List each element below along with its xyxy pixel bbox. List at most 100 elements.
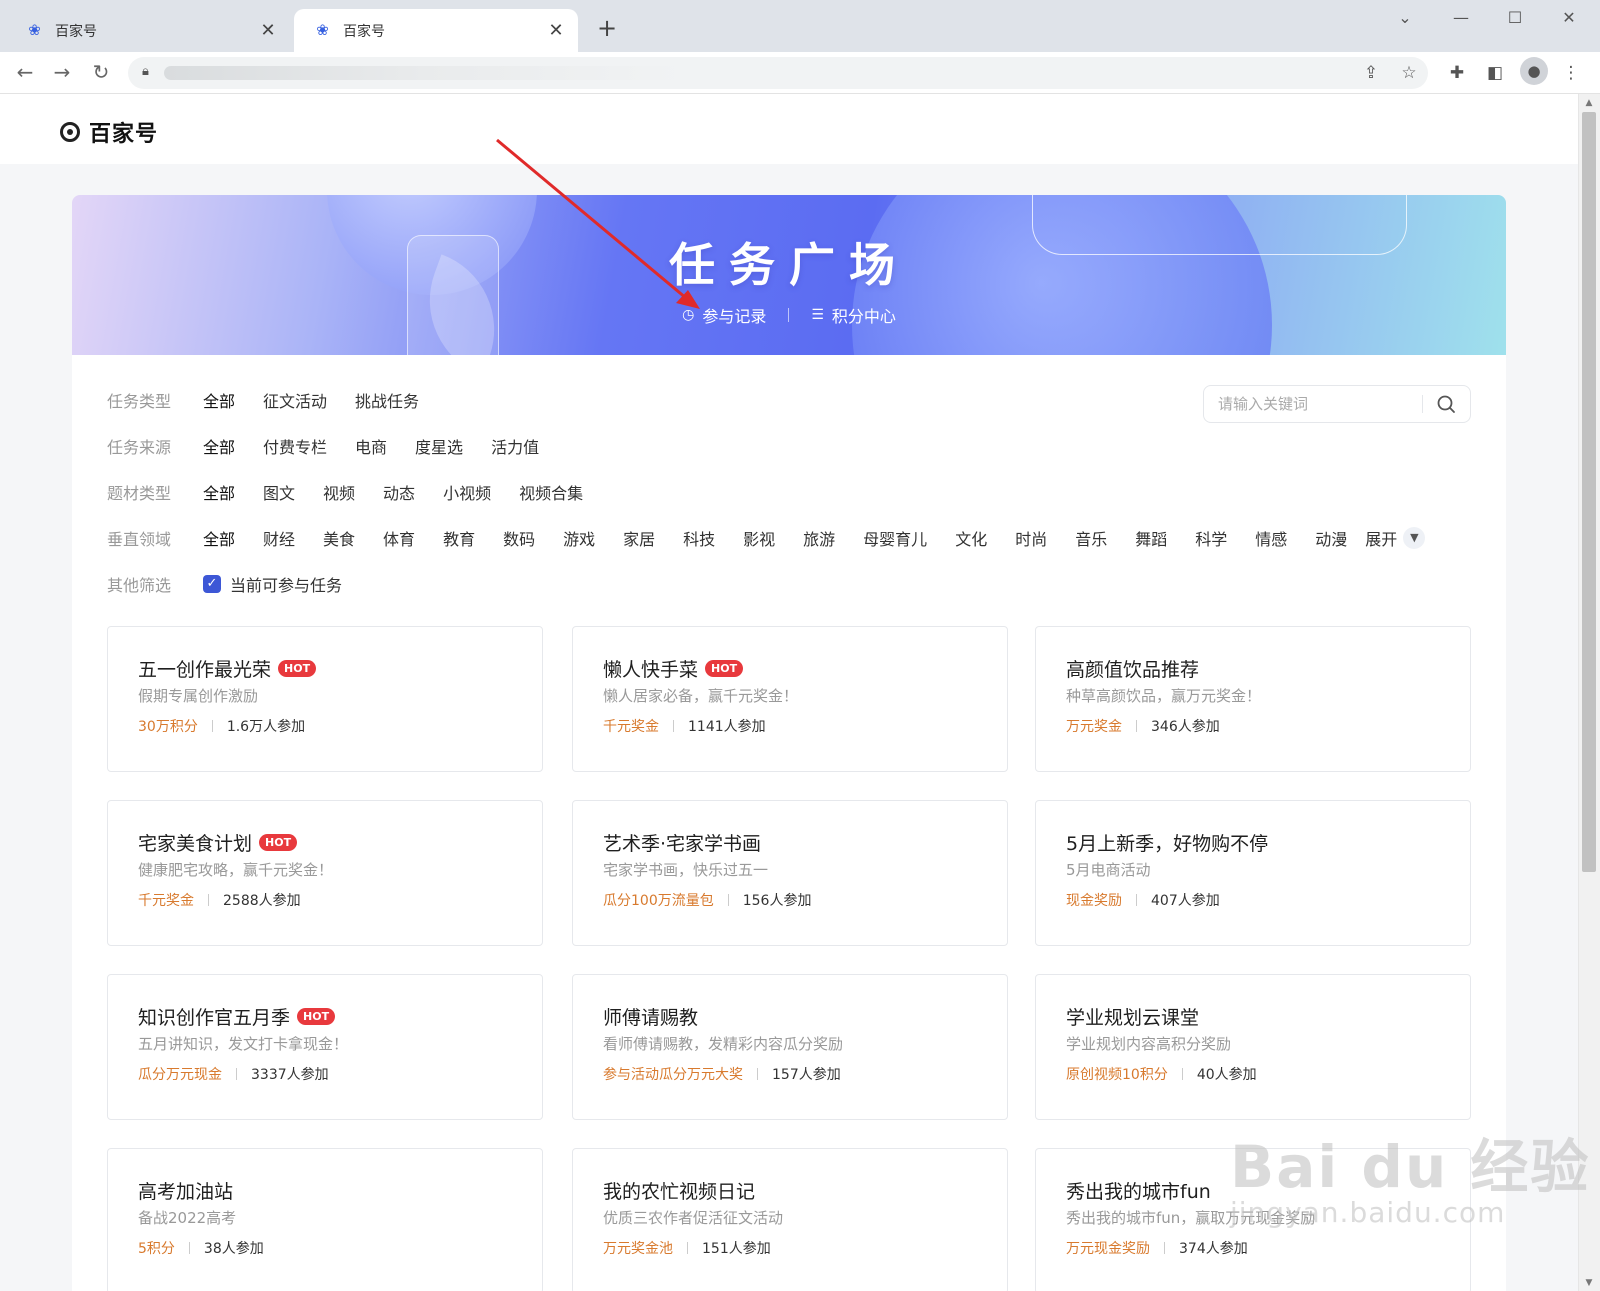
filter-option[interactable]: 数码 — [503, 526, 535, 550]
maximize-icon[interactable]: ☐ — [1500, 8, 1530, 27]
checkbox-label[interactable]: 当前可参与任务 — [230, 572, 342, 596]
card-participants: 3337人参加 — [251, 1067, 329, 1083]
card-title: 艺术季·宅家学书画 — [603, 832, 762, 855]
card-title: 宅家美食计划 — [138, 832, 253, 855]
meta-divider — [1181, 1068, 1183, 1080]
points-center-link[interactable]: ☰ 积分中心 — [811, 303, 896, 327]
card-title: 高颜值饮品推荐 — [1066, 658, 1200, 681]
filter-option[interactable]: 图文 — [263, 480, 295, 504]
scroll-up-icon[interactable]: ▲ — [1583, 98, 1595, 108]
filter-option[interactable]: 教育 — [443, 526, 475, 550]
filter-option[interactable]: 游戏 — [563, 526, 595, 550]
task-card[interactable]: 艺术季·宅家学书画 宅家学书画，快乐过五一 瓜分100万流量包 156人参加 — [572, 800, 1008, 946]
filter-option[interactable]: 全部 — [203, 526, 235, 550]
meta-divider — [188, 1242, 190, 1254]
keyword-search — [1203, 385, 1471, 423]
filter-option[interactable]: 影视 — [743, 526, 775, 550]
filter-option[interactable]: 旅游 — [803, 526, 835, 550]
search-icon[interactable] — [1436, 394, 1456, 414]
browser-tab-1[interactable]: ❀ 百家号 ✕ — [6, 9, 290, 52]
tab-close-icon[interactable]: ✕ — [546, 20, 566, 41]
filter-option[interactable]: 母婴育儿 — [863, 526, 927, 550]
logo-text: 百家号 — [89, 122, 159, 147]
participation-record-link[interactable]: ◷ 参与记录 — [682, 303, 766, 327]
filter-option[interactable]: 挑战任务 — [355, 388, 419, 412]
meta-divider — [211, 720, 213, 732]
card-reward: 参与活动瓜分万元大奖 — [603, 1067, 743, 1083]
filter-option[interactable]: 美食 — [323, 526, 355, 550]
hero-links: ◷ 参与记录 ☰ 积分中心 — [72, 303, 1506, 327]
hot-badge: HOT — [297, 1007, 336, 1025]
scrollbar-thumb[interactable] — [1582, 112, 1596, 872]
task-card[interactable]: 高颜值饮品推荐 种草高颜饮品，赢万元奖金！ 万元奖金 346人参加 — [1035, 626, 1471, 772]
filter-option[interactable]: 电商 — [355, 434, 387, 458]
card-description: 备战2022高考 — [138, 1209, 237, 1227]
scroll-down-icon[interactable]: ▼ — [1583, 1278, 1595, 1288]
new-tab-button[interactable]: + — [594, 14, 620, 42]
search-input[interactable] — [1218, 394, 1418, 414]
minimize-icon[interactable]: — — [1446, 8, 1476, 27]
card-reward: 万元奖金池 — [603, 1241, 673, 1257]
filter-option[interactable]: 征文活动 — [263, 388, 327, 412]
filter-option[interactable]: 全部 — [203, 480, 235, 504]
filter-option[interactable]: 付费专栏 — [263, 434, 327, 458]
filter-option[interactable]: 全部 — [203, 434, 235, 458]
filter-option[interactable]: 全部 — [203, 388, 235, 412]
task-card[interactable]: 我的农忙视频日记 优质三农作者促活征文活动 万元奖金池 151人参加 — [572, 1148, 1008, 1291]
filter-option[interactable]: 动漫 — [1315, 526, 1347, 550]
card-description: 优质三农作者促活征文活动 — [603, 1209, 784, 1227]
back-icon[interactable]: ← — [12, 59, 38, 85]
task-card[interactable]: 宅家美食计划 HOT 健康肥宅攻略，赢千元奖金！ 千元奖金 2588人参加 — [107, 800, 543, 946]
filter-option[interactable]: 舞蹈 — [1135, 526, 1167, 550]
filter-label: 题材类型 — [107, 484, 172, 503]
browser-tab-2[interactable]: ❀ 百家号 ✕ — [294, 9, 578, 52]
tab-search-icon[interactable]: ⌄ — [1390, 8, 1420, 27]
tab-close-icon[interactable]: ✕ — [258, 20, 278, 41]
task-card[interactable]: 5月上新季，好物购不停 5月电商活动 现金奖励 407人参加 — [1035, 800, 1471, 946]
window-close-icon[interactable]: ✕ — [1554, 8, 1584, 27]
filter-option[interactable]: 小视频 — [443, 480, 491, 504]
filter-option[interactable]: 体育 — [383, 526, 415, 550]
site-header: 百家号 — [0, 94, 1578, 164]
task-card[interactable]: 高考加油站 备战2022高考 5积分 38人参加 — [107, 1148, 543, 1291]
available-tasks-checkbox[interactable]: ✓ — [203, 575, 221, 593]
clock-icon: ◷ — [682, 307, 695, 323]
filter-option[interactable]: 文化 — [955, 526, 987, 550]
filter-option[interactable]: 财经 — [263, 526, 295, 550]
filter-option[interactable]: 科技 — [683, 526, 715, 550]
filter-option[interactable]: 情感 — [1255, 526, 1287, 550]
more-menu-icon[interactable]: ⋮ — [1558, 61, 1584, 87]
share-icon[interactable]: ⇪ — [1358, 61, 1384, 87]
filter-option[interactable]: 动态 — [383, 480, 415, 504]
card-participants: 1.6万人参加 — [226, 719, 306, 735]
expand-verticals-button[interactable]: 展开 ▼ — [1365, 526, 1426, 550]
filter-label: 任务类型 — [107, 392, 172, 411]
card-participants: 157人参加 — [772, 1067, 841, 1083]
address-bar[interactable]: 🔒︎ — [128, 57, 1428, 89]
task-card[interactable]: 知识创作官五月季 HOT 五月讲知识，发文打卡拿现金！ 瓜分万元现金 3337人参加 — [107, 974, 543, 1120]
task-card[interactable]: 学业规划云课堂 学业规划内容高积分奖励 原创视频10积分 40人参加 — [1035, 974, 1471, 1120]
task-card[interactable]: 五一创作最光荣 HOT 假期专属创作激励 30万积分 1.6万人参加 — [107, 626, 543, 772]
card-reward: 瓜分万元现金 — [138, 1067, 222, 1083]
filter-row-task-source: 任务来源 全部 付费专栏 电商 度星选 活力值 — [107, 433, 567, 459]
forward-icon[interactable]: → — [49, 59, 75, 85]
site-logo[interactable]: 百家号 — [60, 116, 158, 148]
filter-option[interactable]: 度星选 — [415, 434, 463, 458]
filter-option[interactable]: 家居 — [623, 526, 655, 550]
side-panel-icon[interactable]: ◧ — [1482, 61, 1508, 87]
filter-option[interactable]: 活力值 — [491, 434, 539, 458]
filter-option[interactable]: 时尚 — [1015, 526, 1047, 550]
chevron-down-icon: ▼ — [1403, 527, 1426, 549]
filter-option[interactable]: 视频 — [323, 480, 355, 504]
task-card[interactable]: 师傅请赐教 看师傅请赐教，发精彩内容瓜分奖励 参与活动瓜分万元大奖 157人参加 — [572, 974, 1008, 1120]
filter-option[interactable]: 科学 — [1195, 526, 1227, 550]
baijiahao-logo-icon — [60, 122, 80, 142]
filter-option[interactable]: 视频合集 — [519, 480, 583, 504]
extensions-icon[interactable]: ✚ — [1444, 61, 1470, 87]
reload-icon[interactable]: ↻ — [88, 59, 114, 85]
hot-badge: HOT — [259, 833, 298, 851]
bookmark-star-icon[interactable]: ☆ — [1396, 61, 1422, 87]
task-card[interactable]: 懒人快手菜 HOT 懒人居家必备，赢千元奖金！ 千元奖金 1141人参加 — [572, 626, 1008, 772]
profile-avatar-icon[interactable]: ● — [1520, 57, 1548, 85]
filter-option[interactable]: 音乐 — [1075, 526, 1107, 550]
